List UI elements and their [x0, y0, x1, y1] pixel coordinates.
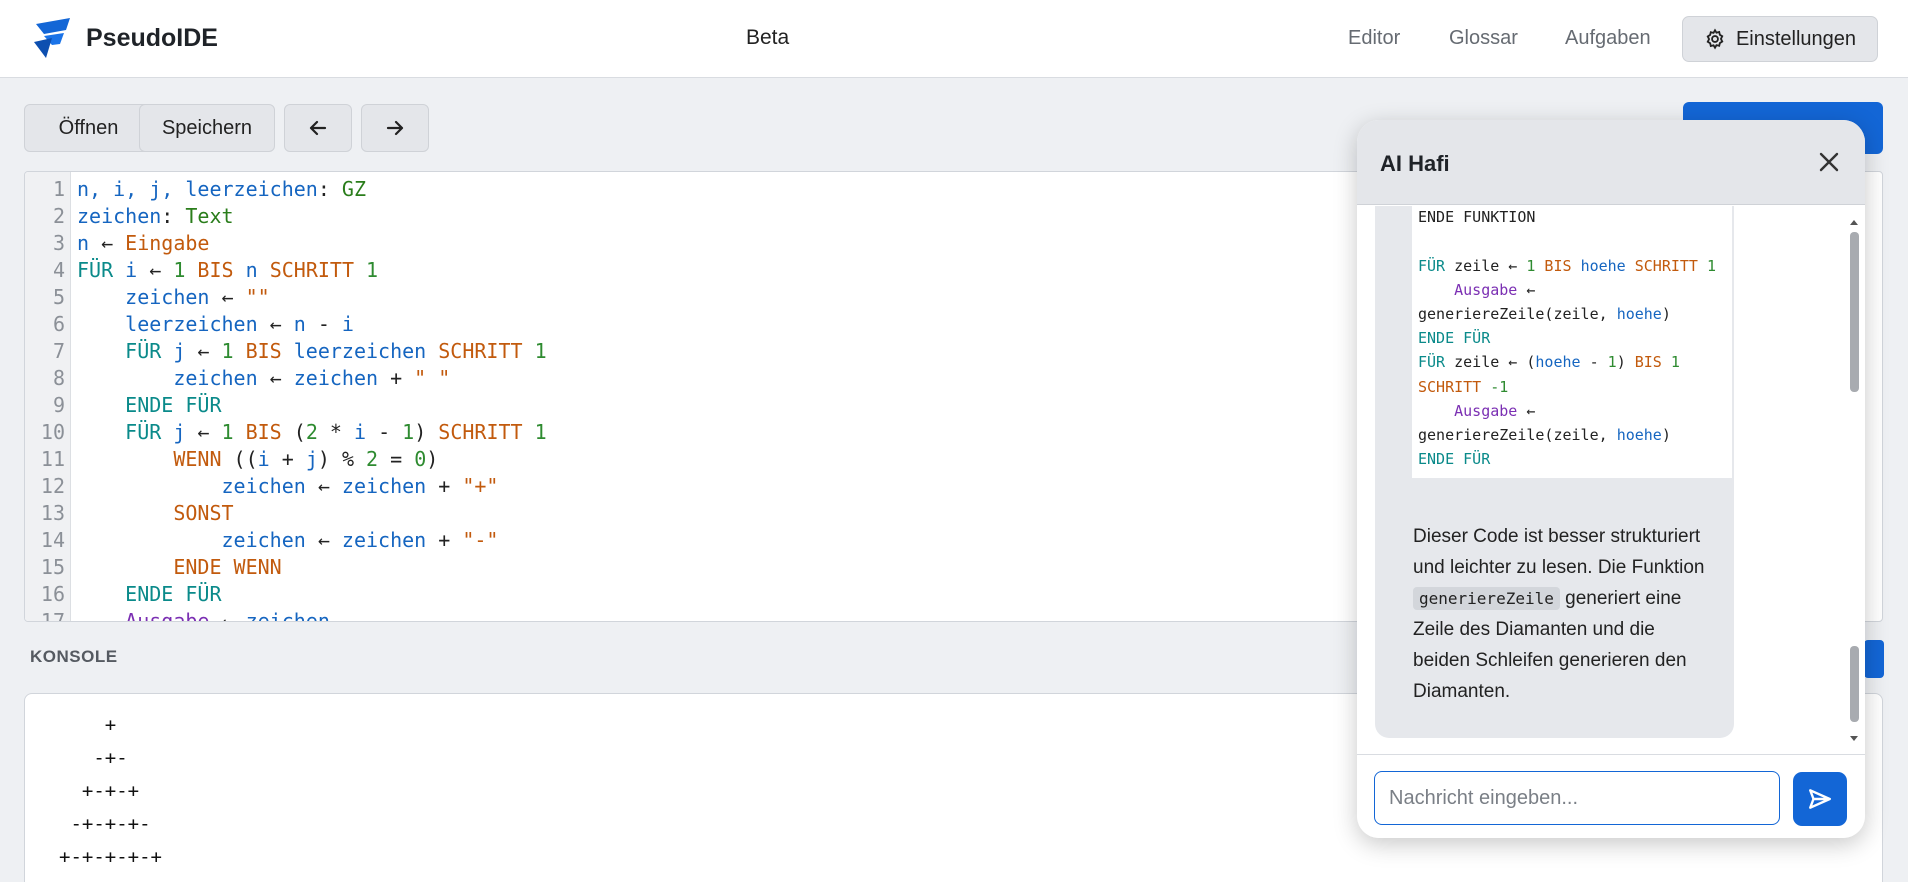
code-text: SONST — [77, 501, 234, 525]
line-number: 12 — [40, 474, 65, 498]
redo-button[interactable] — [361, 104, 429, 152]
close-icon[interactable] — [1817, 150, 1841, 174]
line-number: 3 — [52, 231, 65, 255]
chat-title: AI Hafi — [1380, 151, 1450, 176]
code-block-line: generiereZeile(zeile, hoehe) — [1418, 426, 1671, 444]
console-line: +-+-+-+-+ — [59, 846, 162, 868]
line-number: 14 — [40, 528, 65, 552]
save-button[interactable]: Speichern — [139, 104, 275, 152]
message-input[interactable] — [1374, 771, 1780, 825]
code-text: FÜR i ← 1 BIS n SCHRITT 1 — [77, 258, 379, 282]
code-text: zeichen ← zeichen + "+" — [77, 474, 499, 498]
code-text: zeichen ← "" — [77, 285, 270, 309]
line-number: 7 — [52, 339, 65, 363]
line-number: 11 — [40, 447, 65, 471]
line-number: 16 — [40, 582, 65, 606]
line-number: 5 — [52, 285, 65, 309]
code-text: FÜR j ← 1 BIS (2 * i - 1) SCHRITT 1 — [77, 420, 547, 444]
console-line: + — [59, 714, 117, 736]
chat-messages[interactable]: Rückgabe zeichenENDE FUNKTIONFÜR zeile ←… — [1357, 206, 1865, 754]
line-number: 6 — [52, 312, 65, 336]
nav-aufgaben[interactable]: Aufgaben — [1565, 27, 1651, 50]
app-name[interactable]: PseudoIDE — [86, 24, 218, 53]
code-block-line: Ausgabe ← — [1418, 401, 1536, 420]
line-number: 13 — [40, 501, 65, 525]
settings-label: Einstellungen — [1735, 27, 1857, 50]
top-navbar: PseudoIDE Beta Editor Glossar Aufgaben E… — [0, 0, 1908, 78]
nav-editor[interactable]: Editor — [1348, 27, 1400, 50]
line-number: 9 — [52, 393, 65, 417]
beta-label: Beta — [746, 26, 790, 49]
side-tab[interactable] — [1864, 640, 1884, 678]
code-block-line: Ausgabe ← — [1418, 280, 1536, 299]
line-number: 17 — [40, 609, 65, 622]
console-line: +-+-+ — [59, 780, 140, 802]
nav-glossar[interactable]: Glossar — [1449, 27, 1518, 50]
line-number: 8 — [52, 366, 65, 390]
line-number: 1 — [52, 177, 65, 201]
console-line: -+- — [59, 747, 128, 769]
gear-icon — [1706, 28, 1724, 50]
console-line: -+-+-+- — [59, 813, 151, 835]
code-text: leerzeichen ← n - i — [77, 312, 354, 336]
send-button[interactable] — [1793, 772, 1847, 826]
code-text: ENDE FÜR — [77, 393, 222, 417]
ai-chat-panel: AI Hafi Rückgabe zeichenENDE FUNKTIONFÜR… — [1357, 120, 1865, 838]
open-button[interactable]: Öffnen — [24, 104, 153, 152]
code-text: zeichen ← zeichen + " " — [77, 366, 451, 390]
chat-header: AI Hafi — [1357, 120, 1865, 205]
line-number: 15 — [40, 555, 65, 579]
line-number: 2 — [52, 204, 65, 228]
message-text: Diamanten. — [1413, 681, 1511, 702]
code-text: n ← Eingabe — [77, 231, 210, 255]
inline-code: generiereZeile — [1413, 587, 1560, 610]
code-text: WENN ((i + j) % 2 = 0) — [77, 447, 439, 471]
code-block-line: ENDE FUNKTION — [1418, 208, 1536, 227]
code-block-line: SCHRITT -1 — [1418, 377, 1509, 396]
code-text: FÜR j ← 1 BIS leerzeichen SCHRITT 1 — [77, 339, 547, 363]
code-block: Rückgabe zeichenENDE FUNKTIONFÜR zeile ←… — [1412, 206, 1732, 478]
send-icon — [1809, 789, 1831, 809]
code-text: n, i, j, leerzeichen: GZ — [77, 177, 367, 201]
pseudoide-logo-icon[interactable] — [30, 16, 74, 60]
message-text: Zeile des Diamanten und die — [1413, 619, 1655, 640]
chat-scrollbar[interactable] — [1847, 206, 1861, 754]
undo-button[interactable] — [284, 104, 352, 152]
arrow-left-icon — [309, 120, 327, 136]
code-block-line: ENDE FÜR — [1418, 329, 1491, 348]
message-text: und leichter zu lesen. Die Funktion — [1413, 557, 1705, 578]
message-text: Dieser Code ist besser strukturiert — [1413, 526, 1701, 547]
code-text: zeichen ← zeichen + "-" — [77, 528, 499, 552]
code-text: Ausgabe ← zeichen — [77, 609, 330, 622]
message-text: generiereZeile generiert eine — [1413, 587, 1733, 610]
arrow-right-icon — [386, 120, 404, 136]
code-text: zeichen: Text — [77, 204, 234, 228]
line-number: 4 — [52, 258, 65, 282]
code-block-line: ENDE FÜR — [1418, 450, 1491, 469]
chat-footer — [1357, 754, 1865, 838]
line-number: 10 — [40, 420, 65, 444]
code-text: ENDE FÜR — [77, 582, 222, 606]
message-text: beiden Schleifen generieren den — [1413, 650, 1687, 671]
assistant-message: Rückgabe zeichenENDE FUNKTIONFÜR zeile ←… — [1375, 206, 1734, 738]
message-text-part: generiert eine — [1565, 588, 1682, 609]
code-text: ENDE WENN — [77, 555, 282, 579]
code-block-line: generiereZeile(zeile, hoehe) — [1418, 305, 1671, 323]
console-label: KONSOLE — [30, 647, 118, 666]
settings-button[interactable]: Einstellungen — [1682, 16, 1878, 62]
code-block-line: FÜR zeile ← (hoehe - 1) BIS 1 — [1418, 353, 1680, 372]
code-block-line: FÜR zeile ← 1 BIS hoehe SCHRITT 1 — [1418, 256, 1717, 275]
